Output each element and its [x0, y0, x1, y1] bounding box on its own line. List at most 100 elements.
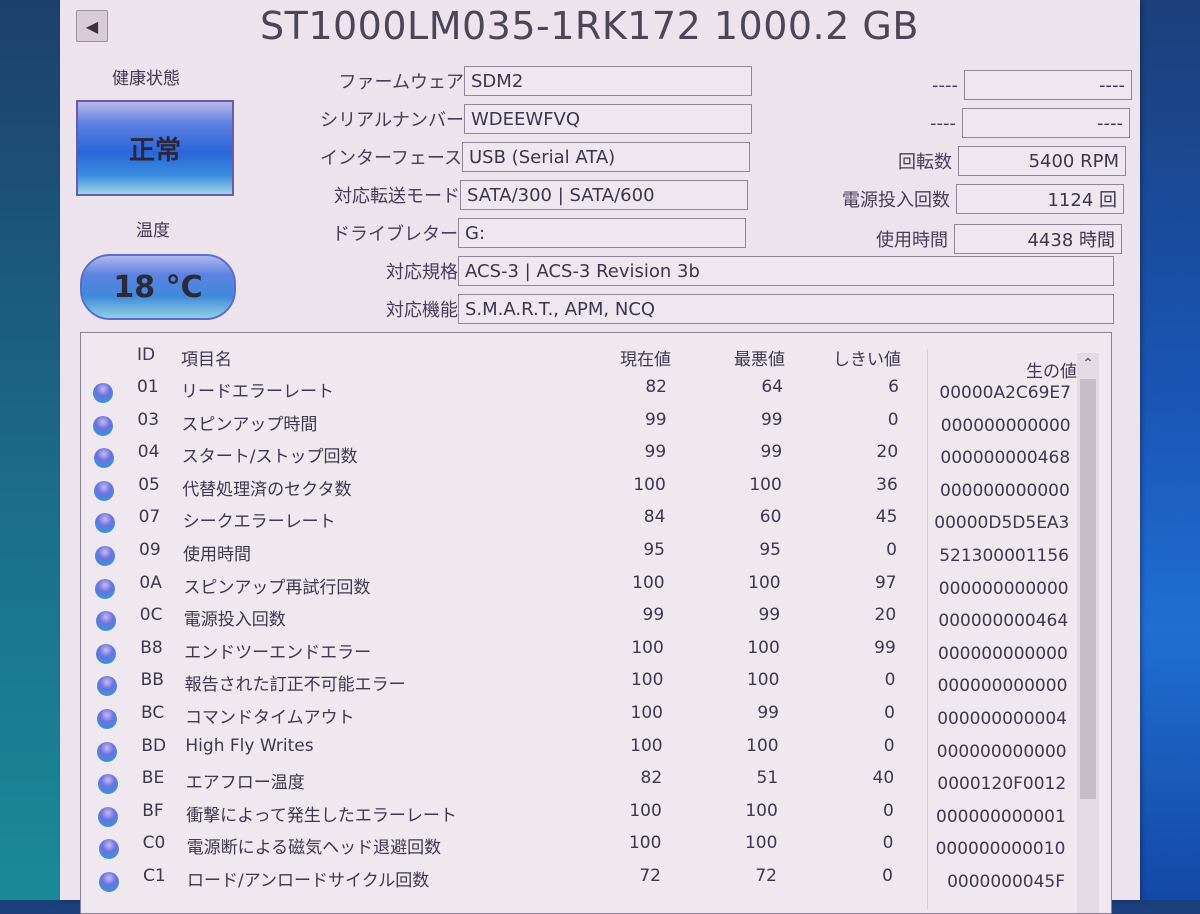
table-row[interactable]: 0A スピンアップ再試行回数 100 100 97 000000000000 [81, 573, 1081, 605]
status-dot-icon [93, 415, 114, 436]
previous-disk-button[interactable]: ◀ [76, 10, 108, 42]
table-row[interactable]: 07 シークエラーレート 84 60 45 00000D5D5EA3 [81, 507, 1081, 539]
power-on-hours-label: 使用時間 [876, 230, 948, 251]
attr-raw: 00000D5D5EA3 [934, 513, 1070, 534]
serial-field: WDEEWFVQ [464, 104, 752, 134]
header-threshold[interactable]: しきい値 [811, 345, 901, 370]
attr-current: 100 [628, 833, 662, 854]
attr-id: C1 [143, 866, 166, 886]
attr-raw: 000000000000 [940, 480, 1070, 501]
status-dot-icon [95, 546, 115, 566]
status-dot-icon [98, 839, 119, 860]
attr-worst: 100 [744, 833, 778, 854]
health-status-button[interactable]: 正常 [76, 100, 234, 196]
table-row[interactable]: BE エアフロー温度 82 51 40 0000120F0012 [81, 768, 1081, 800]
info-row-power-on-count: 電源投入回数 1124 回 [752, 184, 1124, 214]
info-row-drive-letter: ドライブレター G: [252, 218, 746, 248]
temperature-button[interactable]: 18 °C [80, 254, 236, 320]
attr-id: C0 [142, 833, 166, 854]
status-dot-icon [97, 774, 118, 795]
attr-threshold: 0 [887, 409, 899, 430]
rotation-label: 回転数 [898, 152, 952, 173]
attr-threshold: 0 [886, 540, 897, 560]
attr-raw: 000000000000 [940, 415, 1071, 436]
attr-name: 電源断による磁気ヘッド退避回数 [186, 838, 442, 859]
scroll-thumb[interactable] [1080, 379, 1096, 799]
status-dot-icon [97, 709, 117, 729]
attr-threshold: 0 [882, 833, 894, 854]
header-id[interactable]: ID [137, 345, 155, 365]
attr-current: 84 [643, 507, 666, 528]
temperature-value: 18 °C [113, 269, 203, 305]
table-row[interactable]: 0C 電源投入回数 99 99 20 000000000464 [81, 605, 1081, 637]
attr-id: 04 [137, 442, 160, 463]
table-row[interactable]: B8 エンドツーエンドエラー 100 100 99 000000000000 [81, 638, 1081, 670]
interface-field: USB (Serial ATA) [462, 142, 750, 172]
attr-worst: 95 [759, 540, 781, 560]
table-row[interactable]: 04 スタート/ストップ回数 99 99 20 000000000468 [81, 442, 1081, 474]
attr-id: BB [140, 670, 164, 691]
status-dot-icon [95, 578, 116, 599]
attr-worst: 100 [746, 670, 780, 691]
header-worst[interactable]: 最悪値 [711, 345, 785, 370]
attr-threshold: 0 [882, 800, 894, 821]
attr-raw: 000000000468 [940, 448, 1071, 469]
table-row[interactable]: BD High Fly Writes 100 100 0 000000000000 [81, 736, 1081, 768]
attr-name: 代替処理済のセクタ数 [182, 479, 352, 500]
table-row[interactable]: 05 代替処理済のセクタ数 100 100 36 000000000000 [81, 475, 1081, 507]
attr-threshold: 0 [884, 703, 895, 723]
table-row[interactable]: BC コマンドタイムアウト 100 99 0 000000000004 [81, 703, 1081, 735]
health-status-text: 正常 [128, 135, 181, 166]
attr-current: 100 [630, 670, 664, 691]
power-on-count-field: 1124 回 [956, 184, 1124, 214]
table-row[interactable]: BF 衝撃によって発生したエラーレート 100 100 0 000000000001 [81, 801, 1081, 833]
header-name[interactable]: 項目名 [181, 345, 232, 370]
attr-threshold: 0 [884, 670, 896, 691]
attr-name: ロード/アンロードサイクル回数 [187, 871, 430, 891]
attr-current: 100 [630, 703, 663, 723]
table-row[interactable]: 03 スピンアップ時間 99 99 0 000000000000 [81, 410, 1081, 442]
table-row[interactable]: 01 リードエラーレート 82 64 6 00000A2C69E7 [81, 377, 1081, 409]
attr-threshold: 0 [882, 866, 893, 886]
attr-current: 72 [639, 866, 661, 886]
drive-letter-field: G: [458, 218, 746, 248]
status-dot-icon [97, 741, 118, 762]
attr-id: BE [141, 768, 165, 789]
info-row-standard: 対応規格 ACS-3 | ACS-3 Revision 3b [252, 256, 1114, 286]
temperature-label: 温度 [136, 221, 170, 241]
attr-id: BF [142, 800, 164, 821]
right-2-field: ---- [962, 108, 1130, 138]
info-row-interface: インターフェース USB (Serial ATA) [256, 142, 750, 172]
attr-worst: 100 [746, 735, 779, 756]
health-label: 健康状態 [112, 69, 180, 89]
table-row[interactable]: 09 使用時間 95 95 0 521300001156 [81, 540, 1081, 572]
table-row[interactable]: BB 報告された訂正不可能エラー 100 100 0 000000000000 [81, 670, 1081, 702]
attr-id: 09 [139, 540, 161, 560]
attr-name: エンドツーエンドエラー [184, 642, 372, 663]
attr-current: 99 [644, 409, 667, 430]
drive-letter-label: ドライブレター [332, 224, 458, 245]
attr-name: 使用時間 [183, 545, 251, 565]
header-current[interactable]: 現在値 [601, 345, 671, 370]
attr-raw: 0000000045F [947, 872, 1065, 892]
vertical-scrollbar[interactable]: ⌃ [1077, 353, 1099, 913]
attr-name: 電源投入回数 [183, 610, 286, 631]
attr-name: High Fly Writes [185, 735, 314, 756]
scroll-up-icon[interactable]: ⌃ [1077, 353, 1099, 375]
table-row[interactable]: C1 ロード/アンロードサイクル回数 72 72 0 0000000045F [81, 866, 1081, 898]
attr-raw: 521300001156 [939, 546, 1069, 566]
status-dot-icon [96, 643, 117, 664]
attr-threshold: 0 [883, 735, 895, 756]
table-row[interactable]: C0 電源断による磁気ヘッド退避回数 100 100 0 000000000010 [81, 833, 1081, 865]
attr-raw: 0000120F0012 [937, 774, 1067, 795]
attr-threshold: 6 [888, 377, 899, 397]
power-on-hours-field: 4438 時間 [954, 224, 1122, 254]
attr-threshold: 20 [876, 442, 899, 463]
attr-current: 100 [631, 637, 664, 658]
right-2-label: ---- [930, 112, 956, 134]
attr-raw: 000000000004 [937, 709, 1067, 729]
attr-threshold: 20 [874, 605, 897, 626]
smart-attributes-table[interactable]: ID 項目名 現在値 最悪値 しきい値 生の値 01 リードエラーレート 82 64 6… [80, 332, 1112, 914]
attr-worst: 99 [760, 442, 783, 463]
attr-worst: 72 [755, 866, 777, 886]
